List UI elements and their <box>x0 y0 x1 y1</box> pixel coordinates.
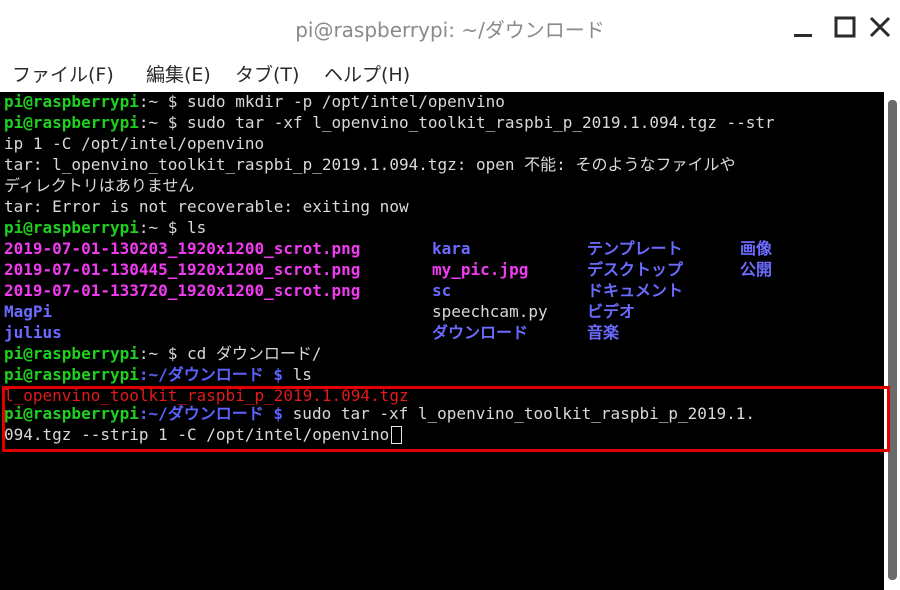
prompt-path: :~ $ <box>138 113 188 132</box>
ls-entry-image: 2019-07-01-130445_1920x1200_scrot.png <box>4 260 361 279</box>
terminal-line: pi@raspberrypi:~/ダウンロード $ ls <box>4 365 312 385</box>
annotation-highlight-box <box>2 386 890 452</box>
menu-file[interactable]: ファイル(F) <box>12 60 114 87</box>
ls-entry-directory: MagPi <box>4 302 53 321</box>
vertical-scrollbar[interactable] <box>884 92 900 590</box>
command-text: sudo mkdir -p /opt/intel/openvino <box>187 92 505 111</box>
ls-entry-directory: ビデオ <box>587 302 636 321</box>
terminal-line: ip 1 -C /opt/intel/openvino <box>4 134 265 153</box>
prompt-user: pi@raspberrypi <box>4 92 139 111</box>
ls-entry-directory: テンプレート <box>587 239 683 258</box>
menu-tabs[interactable]: タブ(T) <box>235 60 299 87</box>
ls-entry-directory: kara <box>432 239 471 258</box>
prompt-user: pi@raspberrypi <box>4 365 139 384</box>
ls-entry-directory: 画像 <box>740 239 773 258</box>
maximize-button[interactable] <box>828 10 862 44</box>
title-bar[interactable]: pi@raspberrypi: ~/ダウンロード <box>0 0 900 54</box>
ls-entry-file: speechcam.py <box>432 302 548 321</box>
prompt-user: pi@raspberrypi <box>4 113 139 132</box>
ls-entry-directory: デスクトップ <box>587 260 684 279</box>
ls-entry-image: my_pic.jpg <box>432 260 529 279</box>
maximize-icon <box>834 16 856 38</box>
terminal-line: pi@raspberrypi:~ $ sudo mkdir -p /opt/in… <box>4 92 505 112</box>
command-text: cd ダウンロード/ <box>187 344 322 363</box>
terminal-line: tar: Error is not recoverable: exiting n… <box>4 197 409 216</box>
terminal-line: tar: l_openvino_toolkit_raspbi_p_2019.1.… <box>4 155 736 174</box>
command-text: sudo tar -xf l_openvino_toolkit_raspbi_p… <box>187 113 775 132</box>
command-text: ls <box>292 365 312 384</box>
prompt-path: :~/ダウンロード $ <box>138 365 293 384</box>
ls-entry-directory: julius <box>4 323 62 342</box>
close-icon <box>869 16 891 38</box>
prompt-path: :~ $ <box>138 92 188 111</box>
minimize-icon <box>794 34 812 37</box>
ls-entry-image: 2019-07-01-133720_1920x1200_scrot.png <box>4 281 361 300</box>
ls-entry-directory: ダウンロード <box>432 323 529 342</box>
terminal-line: pi@raspberrypi:~ $ sudo tar -xf l_openvi… <box>4 113 775 133</box>
minimize-button[interactable] <box>786 10 820 44</box>
menu-help[interactable]: ヘルプ(H) <box>324 60 410 87</box>
window-title: pi@raspberrypi: ~/ダウンロード <box>295 18 605 42</box>
ls-entry-image: 2019-07-01-130203_1920x1200_scrot.png <box>4 239 361 258</box>
prompt-user: pi@raspberrypi <box>4 344 139 363</box>
menu-edit[interactable]: 編集(E) <box>146 60 211 87</box>
terminal-line: ディレクトリはありません <box>4 176 195 195</box>
scrollbar-thumb[interactable] <box>888 100 897 580</box>
command-text: ls <box>187 218 207 237</box>
prompt-path: :~ $ <box>138 218 188 237</box>
menu-bar: ファイル(F) 編集(E) タブ(T) ヘルプ(H) <box>0 54 900 92</box>
ls-entry-directory: ドキュメント <box>587 281 684 300</box>
close-button[interactable] <box>863 10 897 44</box>
prompt-path: :~ $ <box>138 344 188 363</box>
terminal-output[interactable]: pi@raspberrypi:~ $ sudo mkdir -p /opt/in… <box>0 92 900 590</box>
ls-entry-directory: sc <box>432 281 452 300</box>
terminal-window: pi@raspberrypi: ~/ダウンロード ファイル(F) 編集(E) タ… <box>0 0 900 590</box>
terminal-line: pi@raspberrypi:~ $ ls <box>4 218 206 238</box>
ls-entry-directory: 公開 <box>740 260 773 279</box>
prompt-user: pi@raspberrypi <box>4 218 139 237</box>
terminal-line: pi@raspberrypi:~ $ cd ダウンロード/ <box>4 344 322 364</box>
ls-entry-directory: 音楽 <box>587 323 620 342</box>
